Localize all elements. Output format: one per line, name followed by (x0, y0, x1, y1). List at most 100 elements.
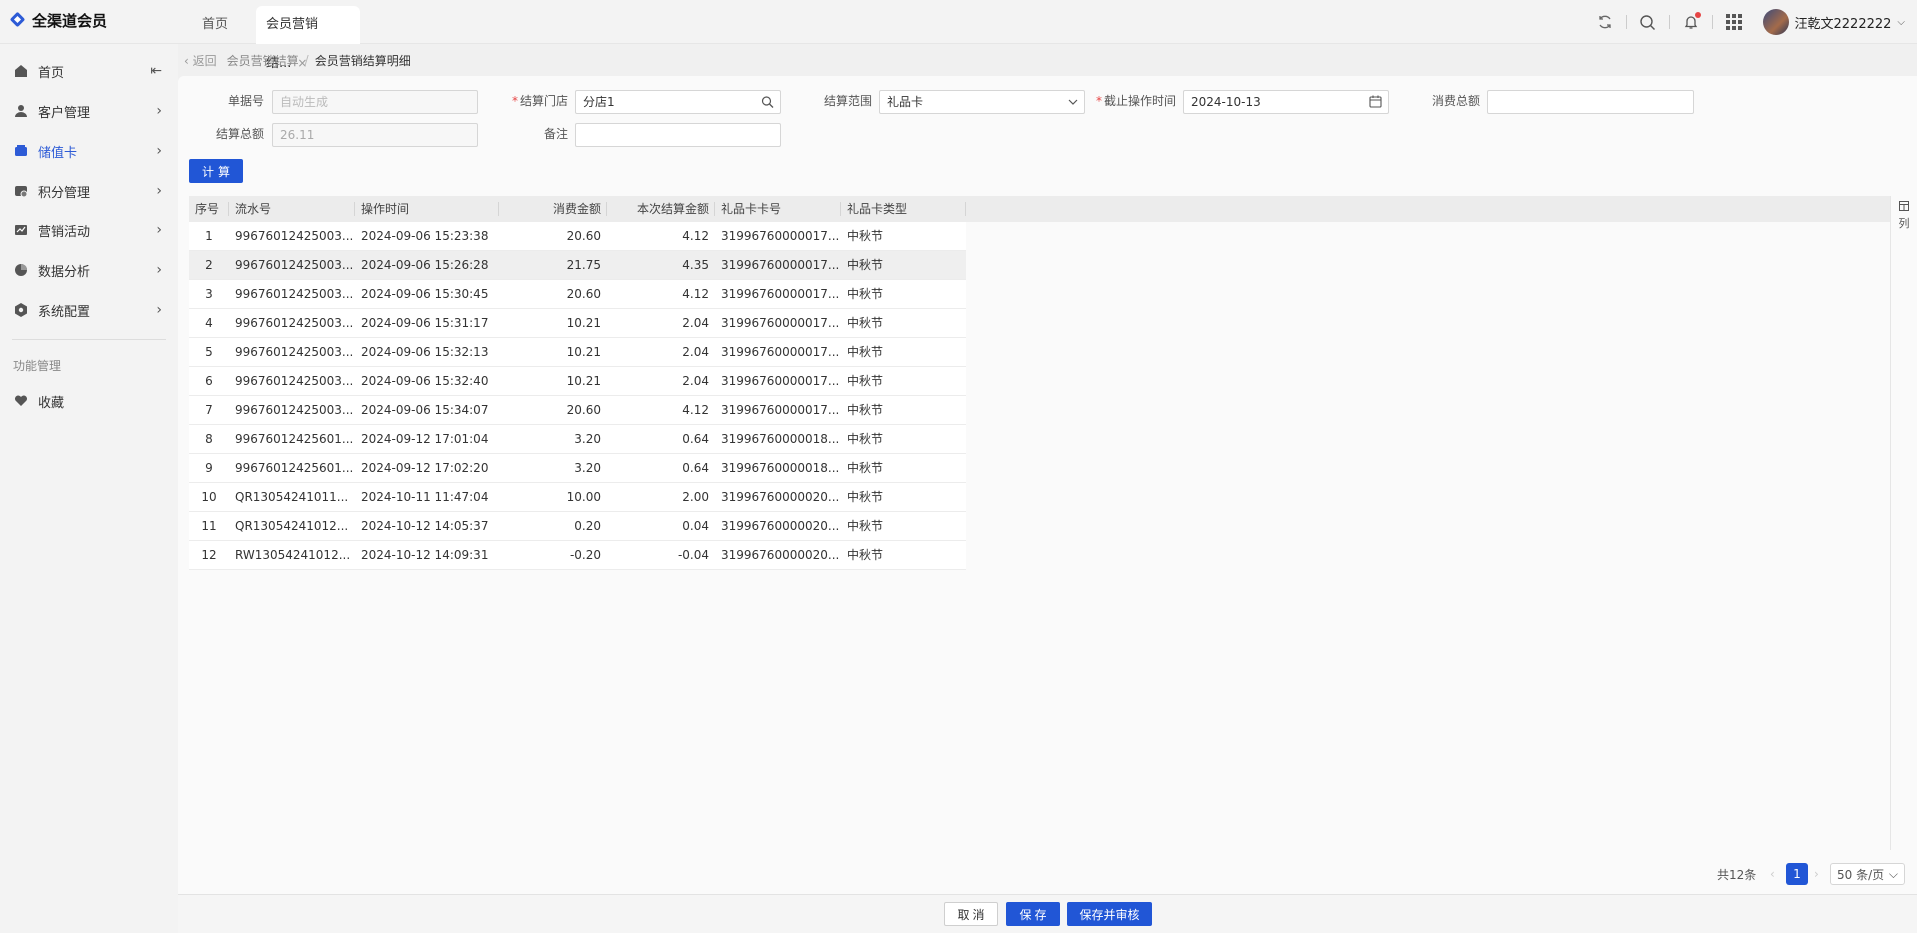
refresh-icon[interactable] (1592, 9, 1618, 35)
column-header-settle-amount[interactable]: 本次结算金额 (607, 196, 715, 222)
sidebar-item-label: 收藏 (38, 395, 65, 411)
column-header-serial[interactable]: 流水号 (229, 196, 355, 222)
sidebar-item-label: 数据分析 (38, 264, 91, 280)
back-link[interactable]: ‹ 返回 (184, 52, 217, 69)
required-mark: * (1095, 94, 1102, 108)
sidebar-item-points[interactable]: 积分管理 › (0, 174, 178, 208)
cell-card-type: 中秋节 (847, 287, 884, 301)
sidebar-item-home[interactable]: 首页 ⇤ (0, 54, 178, 88)
top-right-tools: 汪乾文2222222 ⌵ (1584, 9, 1905, 35)
table-row[interactable]: 7 99676012425003... 2024-09-06 15:34:07 20.… (189, 396, 966, 425)
save-button[interactable]: 保存 (1006, 902, 1060, 926)
table-row[interactable]: 1 99676012425003... 2024-09-06 15:23:38 20.… (189, 222, 966, 251)
table-row[interactable]: 3 99676012425003... 2024-09-06 15:30:45 20.… (189, 280, 966, 309)
sidebar-item-system-config[interactable]: 系统配置 › (0, 293, 178, 327)
cell-no: 12 (201, 548, 217, 562)
column-header-time[interactable]: 操作时间 (355, 196, 499, 222)
user-name[interactable]: 汪乾文2222222 (1795, 13, 1892, 32)
search-icon[interactable] (1635, 9, 1661, 35)
tab-settlement[interactable]: 会员营销结... × (256, 6, 360, 71)
store-label-text: 结算门店 (519, 94, 568, 108)
table-row[interactable]: 8 99676012425601... 2024-09-12 17:01:04 3.2… (189, 425, 966, 454)
cell-serial: 99676012425003... (235, 229, 354, 243)
table-row[interactable]: 9 99676012425601... 2024-09-12 17:02:20 3.2… (189, 454, 966, 483)
column-header-label: 操作时间 (361, 202, 410, 216)
table-row[interactable]: 12 RW13054241012... 2024-10-12 14:09:31 -0.… (189, 541, 966, 570)
table-row[interactable]: 11 QR13054241012... 2024-10-12 14:05:37 0.2… (189, 512, 966, 541)
cell-card-type: 中秋节 (847, 345, 884, 359)
cell-card-type: 中秋节 (847, 316, 884, 330)
store-label: * 结算门店 (498, 89, 568, 113)
breadcrumb: ‹ 返回 会员营销结算 / 会员营销结算明细 (178, 44, 1917, 76)
cell-serial: 99676012425003... (235, 258, 354, 272)
chevron-right-icon: › (156, 302, 162, 318)
cell-card-type: 中秋节 (847, 461, 884, 475)
doc-no-label: 单据号 (227, 94, 264, 108)
cancel-button[interactable]: 取消 (944, 902, 998, 926)
sidebar-item-analytics[interactable]: 数据分析 › (0, 253, 178, 287)
cell-serial: 99676012425601... (235, 461, 354, 475)
column-resize-handle[interactable] (965, 202, 966, 216)
column-header-card-no[interactable]: 礼品卡卡号 (715, 196, 841, 222)
toolbar-divider (1625, 15, 1627, 29)
cell-amount: 20.60 (566, 229, 601, 243)
column-header-no[interactable]: 序号 (189, 196, 229, 222)
search-icon[interactable] (761, 91, 774, 120)
cell-no: 1 (205, 229, 213, 243)
table-row[interactable]: 2 99676012425003... 2024-09-06 15:26:28 21.… (189, 251, 966, 280)
cell-time: 2024-09-06 15:31:17 (361, 316, 489, 330)
deadline-date-picker[interactable]: 2024-10-13 (1183, 90, 1389, 114)
table-row[interactable]: 5 99676012425003... 2024-09-06 15:32:13 10.… (189, 338, 966, 367)
deadline-label: * 截止操作时间 (1088, 89, 1176, 113)
pagination-page-1[interactable]: 1 (1786, 863, 1808, 885)
cell-card-type: 中秋节 (847, 519, 884, 533)
sidebar-item-customers[interactable]: 客户管理 › (0, 94, 178, 128)
sidebar-collapse-icon[interactable]: ⇤ (150, 63, 162, 79)
calculate-button[interactable]: 计算 (189, 159, 243, 183)
notification-bell-icon[interactable] (1678, 9, 1704, 35)
save-and-audit-button[interactable]: 保存并审核 (1067, 902, 1152, 926)
breadcrumb-parent[interactable]: 会员营销结算 (227, 52, 299, 69)
table-row[interactable]: 4 99676012425003... 2024-09-06 15:31:17 10.… (189, 309, 966, 338)
cell-serial: 99676012425601... (235, 432, 354, 446)
apps-grid-icon[interactable] (1721, 9, 1747, 35)
remark-field[interactable] (575, 123, 781, 147)
cell-settle-amount: 4.12 (682, 403, 709, 417)
cell-no: 3 (205, 287, 213, 301)
cell-settle-amount: 2.04 (682, 345, 709, 359)
cell-amount: 21.75 (566, 258, 601, 272)
table-row[interactable]: 6 99676012425003... 2024-09-06 15:32:40 10.… (189, 367, 966, 396)
column-header-amount[interactable]: 消费金额 (499, 196, 607, 222)
consume-total-field[interactable] (1487, 90, 1694, 114)
scope-select[interactable]: 礼品卡 (879, 90, 1085, 114)
cell-card-no: 31996760000017... (721, 403, 840, 417)
sidebar-item-label: 客户管理 (38, 105, 91, 121)
app-logo[interactable]: 全渠道会员 (10, 10, 107, 31)
sidebar-item-marketing[interactable]: 营销活动 › (0, 213, 178, 247)
cell-card-no: 31996760000020... (721, 519, 840, 533)
column-header-label: 礼品卡卡号 (721, 202, 782, 216)
cell-card-no: 31996760000018... (721, 461, 840, 475)
pagination-next-icon[interactable]: › (1814, 863, 1819, 885)
user-menu-chevron-icon[interactable]: ⌵ (1897, 17, 1905, 28)
cell-card-type: 中秋节 (847, 548, 884, 562)
column-settings-button[interactable]: 列 (1891, 196, 1917, 250)
page-size-select[interactable]: 50 条/页 ⌵ (1830, 863, 1905, 885)
sidebar-item-label: 营销活动 (38, 224, 91, 240)
chevron-down-icon (1068, 91, 1078, 120)
cell-card-no: 31996760000017... (721, 316, 840, 330)
user-avatar[interactable] (1762, 9, 1789, 35)
cell-amount: 3.20 (574, 432, 601, 446)
sidebar-item-stored-value-card[interactable]: 储值卡 › (0, 134, 178, 168)
sidebar-item-favorites[interactable]: 收藏 (0, 384, 178, 418)
column-header-card-type[interactable]: 礼品卡类型 (841, 196, 966, 222)
sidebar-item-label: 储值卡 (38, 145, 78, 161)
column-header-label: 礼品卡类型 (847, 202, 908, 216)
chevron-right-icon: › (156, 183, 162, 199)
tab-home[interactable]: 首页 (192, 6, 238, 44)
cell-time: 2024-10-12 14:05:37 (361, 519, 489, 533)
store-value: 分店1 (583, 95, 615, 109)
pagination-prev-icon[interactable]: ‹ (1770, 863, 1775, 885)
table-row[interactable]: 10 QR13054241011... 2024-10-11 11:47:04 10.… (189, 483, 966, 512)
store-field[interactable]: 分店1 (575, 90, 781, 114)
